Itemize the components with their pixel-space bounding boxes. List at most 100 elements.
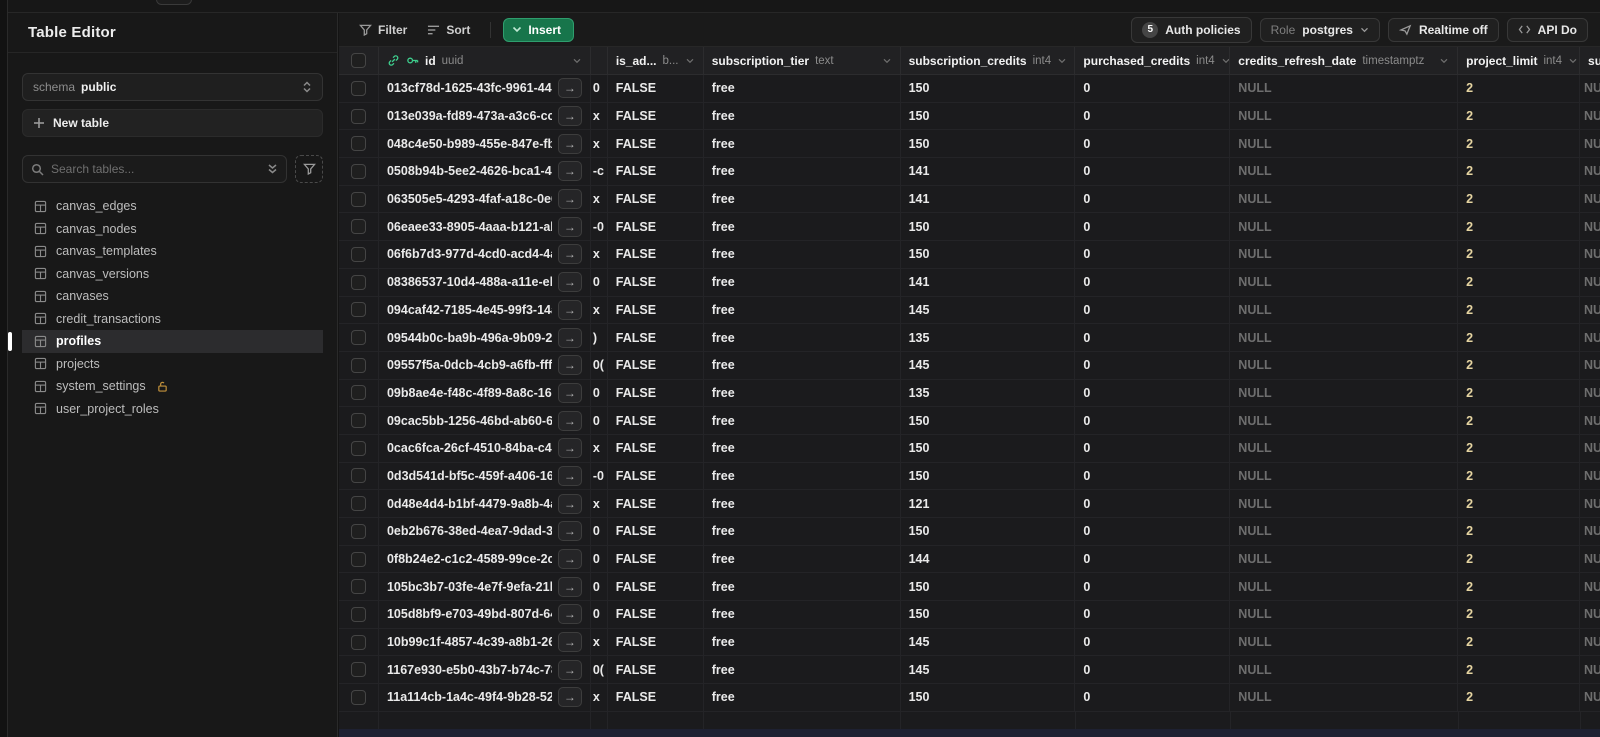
column-menu-chevron-icon[interactable]	[882, 58, 892, 64]
is-admin-cell[interactable]: FALSE	[608, 268, 704, 296]
row-checkbox[interactable]	[350, 523, 366, 539]
id-cell[interactable]: 06f6b7d3-977d-4cd0-acd4-4a78... →	[379, 241, 591, 268]
clipped-column-cell[interactable]: NU	[1580, 684, 1600, 711]
is-admin-cell[interactable]: FALSE	[608, 518, 704, 545]
row-checkbox[interactable]	[350, 80, 366, 96]
clipped-cell[interactable]: x	[591, 296, 608, 324]
credits-refresh-date-cell[interactable]: NULL	[1230, 296, 1459, 324]
subscription-credits-cell[interactable]: 141	[901, 268, 1076, 296]
id-cell[interactable]: 013e039a-fd89-473a-a3c6-ccfa9... →	[379, 102, 591, 130]
subscription-tier-cell[interactable]: free	[704, 296, 901, 324]
credits-refresh-date-cell[interactable]: NULL	[1230, 573, 1459, 601]
subscription-credits-cell[interactable]: 141	[901, 158, 1076, 185]
row-checkbox[interactable]	[350, 606, 366, 622]
column-menu-chevron-icon[interactable]	[572, 58, 582, 64]
sidebar-item-projects[interactable]: projects	[22, 353, 323, 376]
clipped-cell[interactable]: -0	[591, 213, 608, 241]
row-checkbox[interactable]	[350, 274, 366, 290]
expand-row-button[interactable]: →	[557, 659, 582, 680]
subscription-credits-cell[interactable]: 145	[901, 351, 1076, 379]
clipped-column-cell[interactable]: NU	[1580, 352, 1600, 379]
column-header-hidden[interactable]	[591, 47, 608, 74]
clipped-column-cell[interactable]: NU	[1580, 158, 1600, 185]
clipped-cell[interactable]: x	[591, 102, 608, 130]
clipped-cell[interactable]: 0	[591, 379, 608, 407]
subscription-credits-cell[interactable]: 150	[901, 462, 1076, 490]
clipped-column-cell[interactable]: NU	[1580, 490, 1600, 517]
collapse-handle[interactable]	[156, 0, 192, 5]
project-limit-cell[interactable]: 2	[1458, 628, 1581, 656]
clipped-cell[interactable]: )	[591, 324, 608, 351]
id-cell[interactable]: 0508b94b-5ee2-4626-bca1-4bca... →	[379, 158, 591, 185]
subscription-tier-cell[interactable]: free	[704, 213, 901, 241]
clipped-cell[interactable]: 0	[591, 545, 608, 573]
credits-refresh-date-cell[interactable]: NULL	[1230, 102, 1459, 130]
row-checkbox[interactable]	[350, 440, 366, 456]
is-admin-cell[interactable]: FALSE	[608, 601, 704, 628]
purchased-credits-cell[interactable]: 0	[1075, 324, 1231, 351]
purchased-credits-cell[interactable]: 0	[1075, 684, 1231, 711]
project-limit-cell[interactable]: 2	[1458, 324, 1581, 351]
subscription-tier-cell[interactable]: free	[704, 102, 901, 130]
subscription-credits-cell[interactable]: 135	[901, 324, 1076, 351]
column-header-purchased_credits[interactable]: purchased_credits int4	[1075, 47, 1231, 74]
column-menu-chevron-icon[interactable]	[685, 58, 695, 64]
id-cell[interactable]: 0d48e4d4-b1bf-4479-9a8b-4a4b... →	[379, 490, 591, 517]
expand-row-button[interactable]: →	[557, 687, 582, 708]
project-limit-cell[interactable]: 2	[1458, 130, 1581, 158]
clipped-cell[interactable]: 0(	[591, 351, 608, 379]
purchased-credits-cell[interactable]: 0	[1075, 213, 1231, 241]
is-admin-cell[interactable]: FALSE	[608, 656, 704, 684]
credits-refresh-date-cell[interactable]: NULL	[1230, 462, 1459, 490]
expand-row-button[interactable]: →	[557, 272, 582, 293]
expand-row-button[interactable]: →	[557, 549, 582, 570]
clipped-column-cell[interactable]: NU	[1580, 435, 1600, 462]
row-checkbox[interactable]	[350, 357, 366, 373]
clipped-column-cell[interactable]: NU	[1580, 573, 1600, 600]
row-checkbox[interactable]	[350, 496, 366, 512]
credits-refresh-date-cell[interactable]: NULL	[1230, 434, 1459, 462]
clipped-cell[interactable]: x	[591, 130, 608, 158]
column-header-subscription_tier[interactable]: subscription_tier text	[704, 47, 901, 74]
subscription-credits-cell[interactable]: 150	[901, 102, 1076, 130]
purchased-credits-cell[interactable]: 0	[1075, 434, 1231, 462]
subscription-tier-cell[interactable]: free	[704, 379, 901, 407]
clipped-cell[interactable]: x	[591, 241, 608, 268]
purchased-credits-cell[interactable]: 0	[1075, 268, 1231, 296]
purchased-credits-cell[interactable]: 0	[1075, 130, 1231, 158]
subscription-tier-cell[interactable]: free	[704, 324, 901, 351]
project-limit-cell[interactable]: 2	[1458, 490, 1581, 517]
id-cell[interactable]: 094caf42-7185-4e45-99f3-14abee... →	[379, 296, 591, 324]
purchased-credits-cell[interactable]: 0	[1075, 628, 1231, 656]
project-limit-cell[interactable]: 2	[1458, 75, 1581, 102]
id-cell[interactable]: 048c4e50-b989-455e-847e-fb2f... →	[379, 130, 591, 158]
project-limit-cell[interactable]: 2	[1458, 296, 1581, 324]
column-header-project_limit[interactable]: project_limit int4	[1458, 47, 1581, 74]
expand-row-button[interactable]: →	[557, 410, 582, 431]
row-checkbox[interactable]	[350, 330, 366, 346]
purchased-credits-cell[interactable]: 0	[1075, 185, 1231, 213]
is-admin-cell[interactable]: FALSE	[608, 213, 704, 241]
clipped-column-cell[interactable]: NU	[1580, 297, 1600, 324]
clipped-cell[interactable]: 0	[591, 407, 608, 434]
row-checkbox[interactable]	[350, 551, 366, 567]
credits-refresh-date-cell[interactable]: NULL	[1230, 130, 1459, 158]
expand-row-button[interactable]: →	[557, 493, 582, 514]
column-header-subscription_credits[interactable]: subscription_credits int4	[901, 47, 1076, 74]
clipped-cell[interactable]: x	[591, 434, 608, 462]
subscription-tier-cell[interactable]: free	[704, 490, 901, 517]
row-checkbox[interactable]	[350, 662, 366, 678]
is-admin-cell[interactable]: FALSE	[608, 628, 704, 656]
credits-refresh-date-cell[interactable]: NULL	[1230, 684, 1459, 711]
is-admin-cell[interactable]: FALSE	[608, 490, 704, 517]
purchased-credits-cell[interactable]: 0	[1075, 241, 1231, 268]
table-filter-button[interactable]	[295, 155, 323, 183]
clipped-cell[interactable]: 0	[591, 601, 608, 628]
subscription-credits-cell[interactable]: 121	[901, 490, 1076, 517]
subscription-credits-cell[interactable]: 144	[901, 545, 1076, 573]
select-all-checkbox[interactable]	[350, 53, 366, 68]
expand-row-button[interactable]: →	[557, 521, 582, 542]
subscription-tier-cell[interactable]: free	[704, 130, 901, 158]
subscription-tier-cell[interactable]: free	[704, 518, 901, 545]
new-table-button[interactable]: New table	[22, 109, 323, 137]
